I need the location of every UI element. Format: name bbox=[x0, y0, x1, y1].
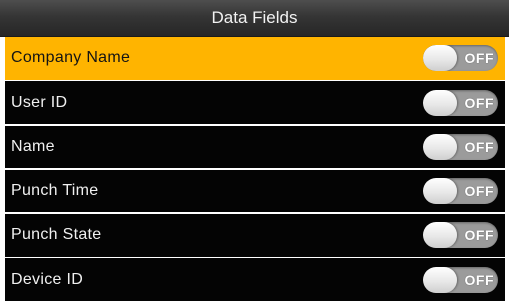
page-title: Data Fields bbox=[0, 0, 509, 37]
field-row-user-id[interactable]: User ID OFF bbox=[5, 81, 505, 124]
field-row-company-name[interactable]: Company Name OFF bbox=[5, 37, 505, 80]
punch-state-toggle[interactable]: OFF bbox=[423, 222, 498, 249]
toggle-knob bbox=[423, 266, 457, 293]
toggle-state-label: OFF bbox=[464, 50, 494, 67]
toggle-knob bbox=[423, 89, 457, 116]
toggle-state-label: OFF bbox=[464, 138, 494, 155]
toggle-knob bbox=[423, 222, 457, 249]
user-id-toggle[interactable]: OFF bbox=[423, 89, 498, 116]
field-label: User ID bbox=[11, 93, 68, 111]
company-name-toggle[interactable]: OFF bbox=[423, 45, 498, 72]
field-label: Name bbox=[11, 137, 55, 155]
toggle-knob bbox=[423, 45, 457, 72]
field-row-device-id[interactable]: Device ID OFF bbox=[5, 258, 505, 301]
data-fields-list: Company Name OFF User ID OFF Name OFF Pu… bbox=[5, 37, 505, 303]
field-label: Device ID bbox=[11, 270, 84, 288]
toggle-state-label: OFF bbox=[464, 183, 494, 200]
toggle-state-label: OFF bbox=[464, 94, 494, 111]
punch-time-toggle[interactable]: OFF bbox=[423, 178, 498, 205]
field-label: Punch State bbox=[11, 226, 102, 244]
toggle-state-label: OFF bbox=[464, 271, 494, 288]
field-row-punch-state[interactable]: Punch State OFF bbox=[5, 214, 505, 257]
toggle-knob bbox=[423, 133, 457, 160]
field-label: Company Name bbox=[11, 49, 131, 67]
name-toggle[interactable]: OFF bbox=[423, 133, 498, 160]
field-row-name[interactable]: Name OFF bbox=[5, 125, 505, 169]
data-fields-screen: Data Fields Company Name OFF User ID OFF… bbox=[0, 0, 509, 301]
field-row-punch-time[interactable]: Punch Time OFF bbox=[5, 169, 505, 213]
toggle-state-label: OFF bbox=[464, 227, 494, 244]
device-id-toggle[interactable]: OFF bbox=[423, 266, 498, 293]
field-label: Punch Time bbox=[11, 182, 99, 200]
toggle-knob bbox=[423, 178, 457, 205]
